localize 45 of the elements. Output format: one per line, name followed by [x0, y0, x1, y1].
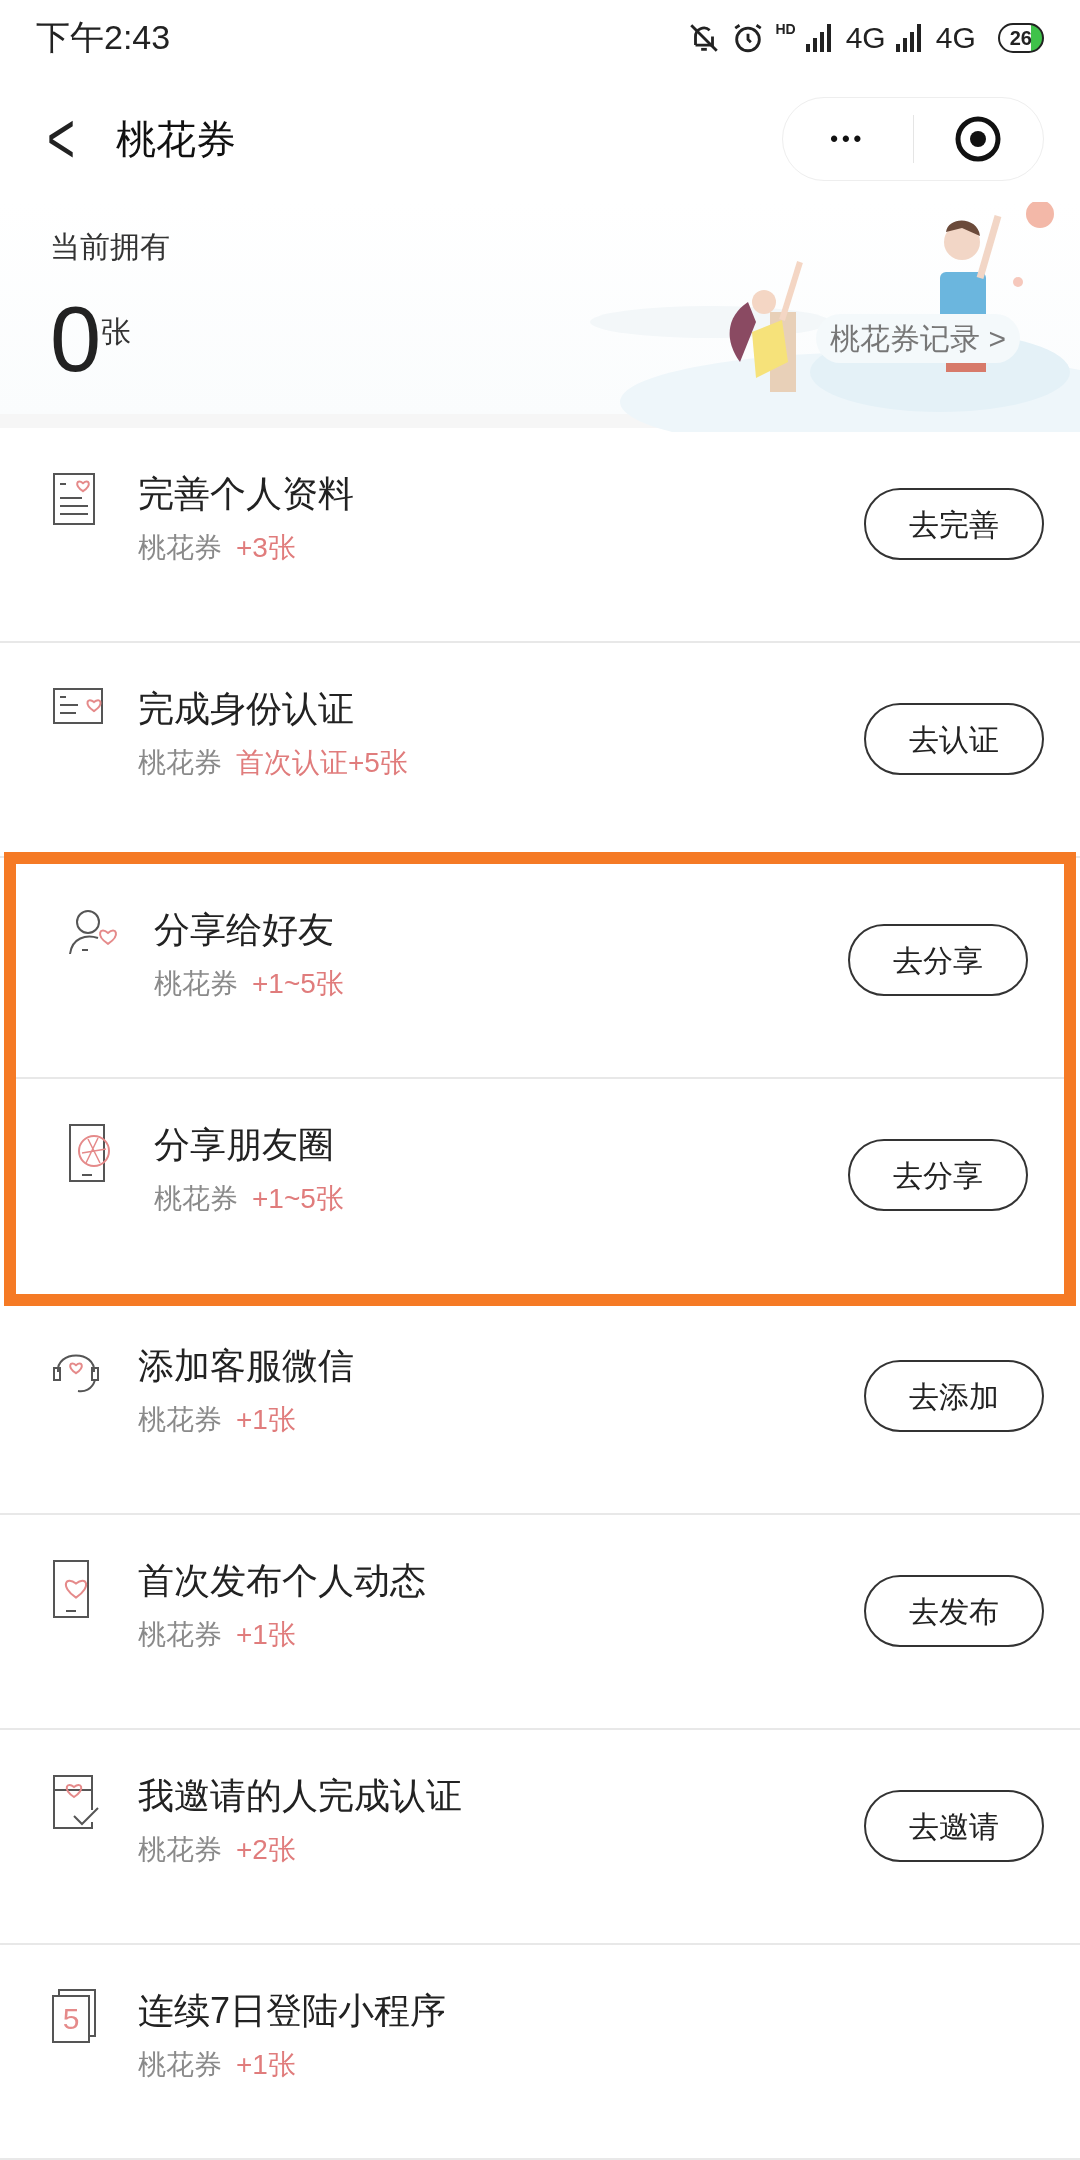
- reward-amount: +1张: [236, 1618, 296, 1652]
- action-button[interactable]: 去邀请: [864, 1790, 1044, 1862]
- back-button[interactable]: <: [36, 84, 86, 193]
- task-title: 首次发布个人动态: [138, 1559, 427, 1603]
- reward-amount: +1~5张: [252, 967, 344, 1001]
- action-button[interactable]: 去添加: [864, 1360, 1044, 1432]
- reward-amount: 首次认证+5张: [236, 746, 408, 780]
- task-title: 添加客服微信: [138, 1344, 355, 1388]
- action-button[interactable]: 去分享: [848, 1139, 1028, 1211]
- balance-count: 0: [50, 289, 102, 390]
- page-title: 桃花券: [116, 115, 236, 163]
- record-link[interactable]: 桃花券记录 >: [816, 314, 1020, 364]
- balance-label: 当前拥有: [50, 229, 171, 266]
- action-button[interactable]: 去完善: [864, 488, 1044, 560]
- reward-label: 桃花券: [154, 1182, 238, 1216]
- task-title: 连续7日登陆小程序: [138, 1989, 448, 2033]
- action-button[interactable]: 去认证: [864, 703, 1044, 775]
- task-title: 分享给好友: [154, 908, 335, 952]
- reward-amount: +1张: [236, 1403, 296, 1437]
- reward-label: 桃花券: [138, 746, 222, 780]
- reward-label: 桃花券: [138, 1618, 222, 1652]
- reward-amount: +3张: [236, 531, 296, 565]
- reward-amount: +2张: [236, 1833, 296, 1867]
- battery-indicator: 26: [997, 22, 1044, 53]
- reward-label: 桃花券: [138, 1403, 222, 1437]
- task-title: 完善个人资料: [138, 472, 355, 516]
- task-title: 我邀请的人完成认证: [138, 1774, 463, 1818]
- reward-label: 桃花券: [138, 531, 222, 565]
- action-button[interactable]: 去发布: [864, 1575, 1044, 1647]
- reward-label: 桃花券: [154, 967, 238, 1001]
- action-button[interactable]: 去分享: [848, 924, 1028, 996]
- checklist-heart-icon: [52, 1774, 100, 1830]
- task-title: 分享朋友圈: [154, 1123, 335, 1167]
- reward-label: 桃花券: [138, 2048, 222, 2082]
- reward-amount: +1~5张: [252, 1182, 344, 1216]
- more-button[interactable]: •••: [783, 122, 913, 156]
- reward-amount: +1张: [236, 2048, 296, 2082]
- network-label: 4G: [845, 20, 886, 57]
- balance-unit: 张: [101, 314, 132, 351]
- hd-label: HD: [775, 20, 796, 40]
- task-title: 完成身份认证: [138, 687, 355, 731]
- status-time: 下午2:43: [36, 17, 171, 59]
- reward-label: 桃花券: [138, 1833, 222, 1867]
- network-label: 4G: [935, 20, 976, 57]
- target-icon: [954, 114, 1003, 163]
